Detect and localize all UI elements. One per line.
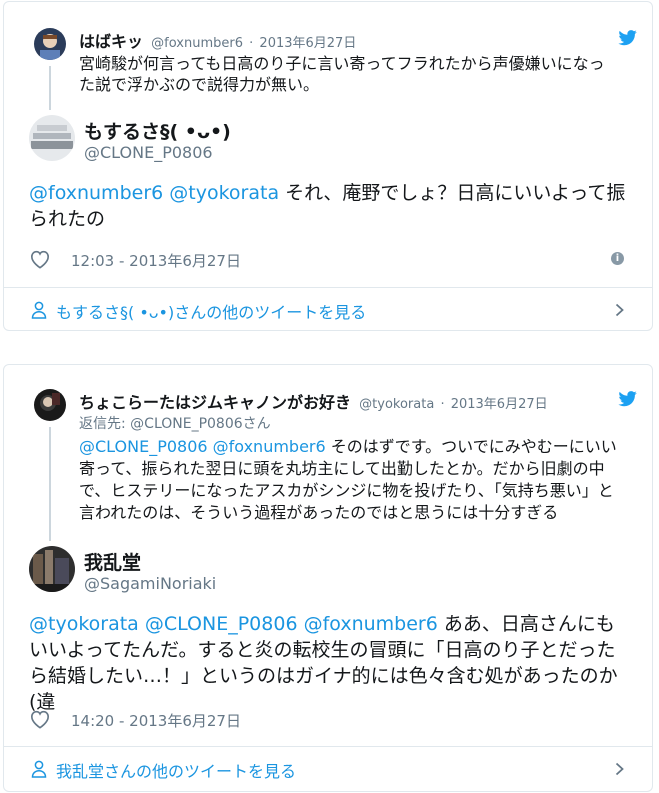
parent-tweet: ちょこらーたはジムキャノンがお好き @tyokorata · 2013年6月27… [34,389,638,541]
tweet-text: @foxnumber6 @tyokorata それ、庵野でしょ？日高にいいよって… [29,180,632,232]
person-icon [31,760,47,778]
author-display-name[interactable]: 我乱堂 [84,548,141,575]
tweet-text: @tyokorata @CLONE_P0806 @foxnumber6 ああ、日… [29,611,632,715]
mention-link[interactable]: @foxnumber6 [304,613,438,635]
more-tweets-label[interactable]: 我乱堂さんの他のツイートを見る [56,758,296,782]
author-handle[interactable]: @SagamiNoriaki [84,574,216,593]
mention-link[interactable]: @CLONE_P0806 [145,613,298,635]
mention-link[interactable]: @foxnumber6 [29,182,163,204]
meta-separator: · [249,36,254,51]
parent-handle[interactable]: @tyokorata [359,397,434,412]
mention-link[interactable]: @CLONE_P0806 [79,437,208,456]
heart-icon[interactable] [29,709,51,729]
embedded-tweet-card: はばキッ @foxnumber6 · 2013年6月27日 宮崎駿が何言っても日… [3,1,653,331]
mention-link[interactable]: @foxnumber6 [213,437,326,456]
info-icon[interactable]: i [611,252,624,265]
parent-tweet-text: 宮崎駿が何言っても日高のり子に言い寄ってフラれたから声優嫌いになった説で浮かぶの… [79,54,605,94]
parent-handle[interactable]: @foxnumber6 [151,36,243,51]
reply-context: 返信先: @CLONE_P0806さん [79,413,271,433]
mention-link[interactable]: @tyokorata [169,182,279,204]
meta-separator: · [440,397,445,412]
tweet-meta-row: 14:20 - 2013年6月27日 [29,709,632,731]
author-display-name[interactable]: もするさ§( ︎•ᴗ•︎) [84,117,231,144]
twitter-bird-icon[interactable] [618,391,638,407]
parent-display-name[interactable]: はばキッ [79,32,143,51]
mention-link[interactable]: @tyokorata [29,613,139,635]
author-avatar[interactable] [29,115,75,161]
tweet-timestamp[interactable]: 14:20 - 2013年6月27日 [71,710,241,731]
reply-to-link[interactable]: @CLONE_P0806さん [130,416,271,432]
more-tweets-link[interactable]: もするさ§( ︎•ᴗ•︎)さんの他のツイートを見る [4,288,652,332]
parent-date[interactable]: 2013年6月27日 [259,36,356,51]
tweet-meta-row: 12:03 - 2013年6月27日 i [29,249,632,271]
more-tweets-label[interactable]: もするさ§( ︎•ᴗ•︎)さんの他のツイートを見る [56,299,366,323]
parent-header: はばキッ @foxnumber6 · 2013年6月27日 [79,28,356,52]
tweet-timestamp[interactable]: 12:03 - 2013年6月27日 [71,250,241,271]
parent-header: ちょこらーたはジムキャノンがお好き @tyokorata · 2013年6月27… [79,389,548,413]
parent-avatar[interactable] [34,28,66,60]
twitter-bird-icon[interactable] [618,30,638,46]
chevron-right-icon[interactable] [615,303,624,317]
author-handle[interactable]: @CLONE_P0806 [84,143,213,162]
parent-tweet-text: @CLONE_P0806 @foxnumber6 そのはずです。ついでにみやむー… [79,436,620,524]
parent-avatar[interactable] [34,389,66,421]
person-icon [31,301,47,319]
reply-prefix: 返信先: [79,416,126,432]
author-avatar[interactable] [29,546,75,592]
thread-line [49,66,51,110]
heart-icon[interactable] [29,249,51,269]
parent-display-name[interactable]: ちょこらーたはジムキャノンがお好き [79,393,351,412]
embedded-tweet-card: ちょこらーたはジムキャノンがお好き @tyokorata · 2013年6月27… [3,364,653,792]
parent-tweet: はばキッ @foxnumber6 · 2013年6月27日 宮崎駿が何言っても日… [34,28,638,110]
parent-date[interactable]: 2013年6月27日 [451,397,548,412]
chevron-right-icon[interactable] [615,762,624,776]
more-tweets-link[interactable]: 我乱堂さんの他のツイートを見る [4,747,652,791]
thread-line [49,427,51,541]
